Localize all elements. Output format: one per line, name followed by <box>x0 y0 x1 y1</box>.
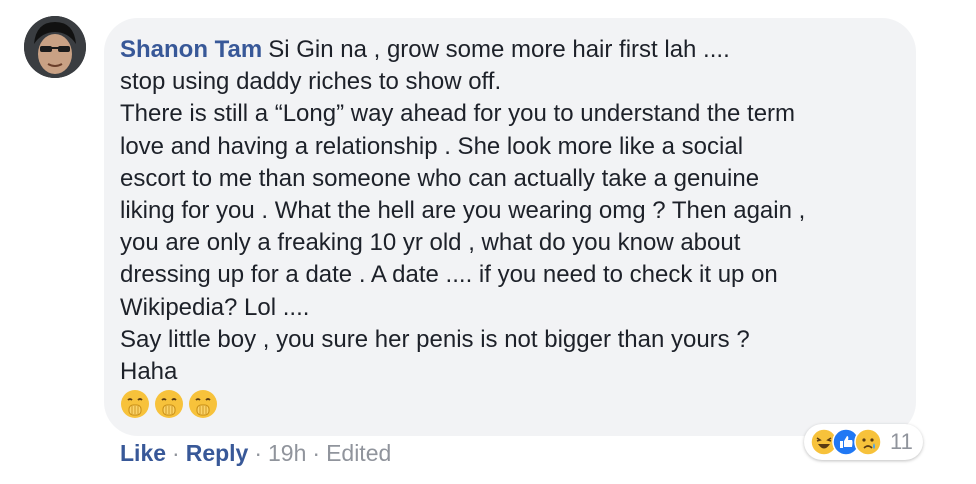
separator: · <box>172 440 180 466</box>
reply-link[interactable]: Reply <box>186 440 249 466</box>
hand-over-mouth-emoji <box>155 390 183 418</box>
comment-actions: Like · Reply · 19h · Edited <box>120 438 391 468</box>
reaction-count: 11 <box>890 429 913 454</box>
author-name[interactable]: Shanon Tam <box>120 36 262 63</box>
comment-body: Shanon Tam Si Gin na , grow some more hai… <box>120 34 900 388</box>
comment-line: you are only a freaking 10 yr old , what… <box>120 229 741 257</box>
hand-over-mouth-emoji <box>121 390 149 418</box>
comment-line: Haha <box>120 358 178 386</box>
comment-line: Wikipedia? Lol .... <box>120 293 310 321</box>
separator: · <box>254 440 263 466</box>
comment-line: There is still a “Long” way ahead for yo… <box>120 100 796 128</box>
avatar[interactable] <box>24 16 86 78</box>
hand-over-mouth-emoji <box>189 390 217 418</box>
reactions-summary[interactable]: 11 <box>804 424 923 460</box>
timestamp[interactable]: 19h <box>268 440 306 466</box>
like-link[interactable]: Like <box>120 440 166 466</box>
comment-line: dressing up for a date . A date .... if … <box>120 261 778 289</box>
comment-line: escort to me than someone who can actual… <box>120 164 760 192</box>
comment-line: Say little boy , you sure her penis is n… <box>120 325 750 353</box>
emoji-row <box>120 389 218 419</box>
edited-label[interactable]: Edited <box>326 440 391 466</box>
comment-line: Si Gin na , grow some more hair first la… <box>268 36 730 63</box>
sad-reaction-icon <box>854 428 882 456</box>
comment-line: stop using daddy riches to show off. <box>120 68 502 96</box>
comment-line: love and having a relationship . She loo… <box>120 132 744 160</box>
comment-line: liking for you . What the hell are you w… <box>120 197 806 225</box>
separator: · <box>312 440 321 466</box>
